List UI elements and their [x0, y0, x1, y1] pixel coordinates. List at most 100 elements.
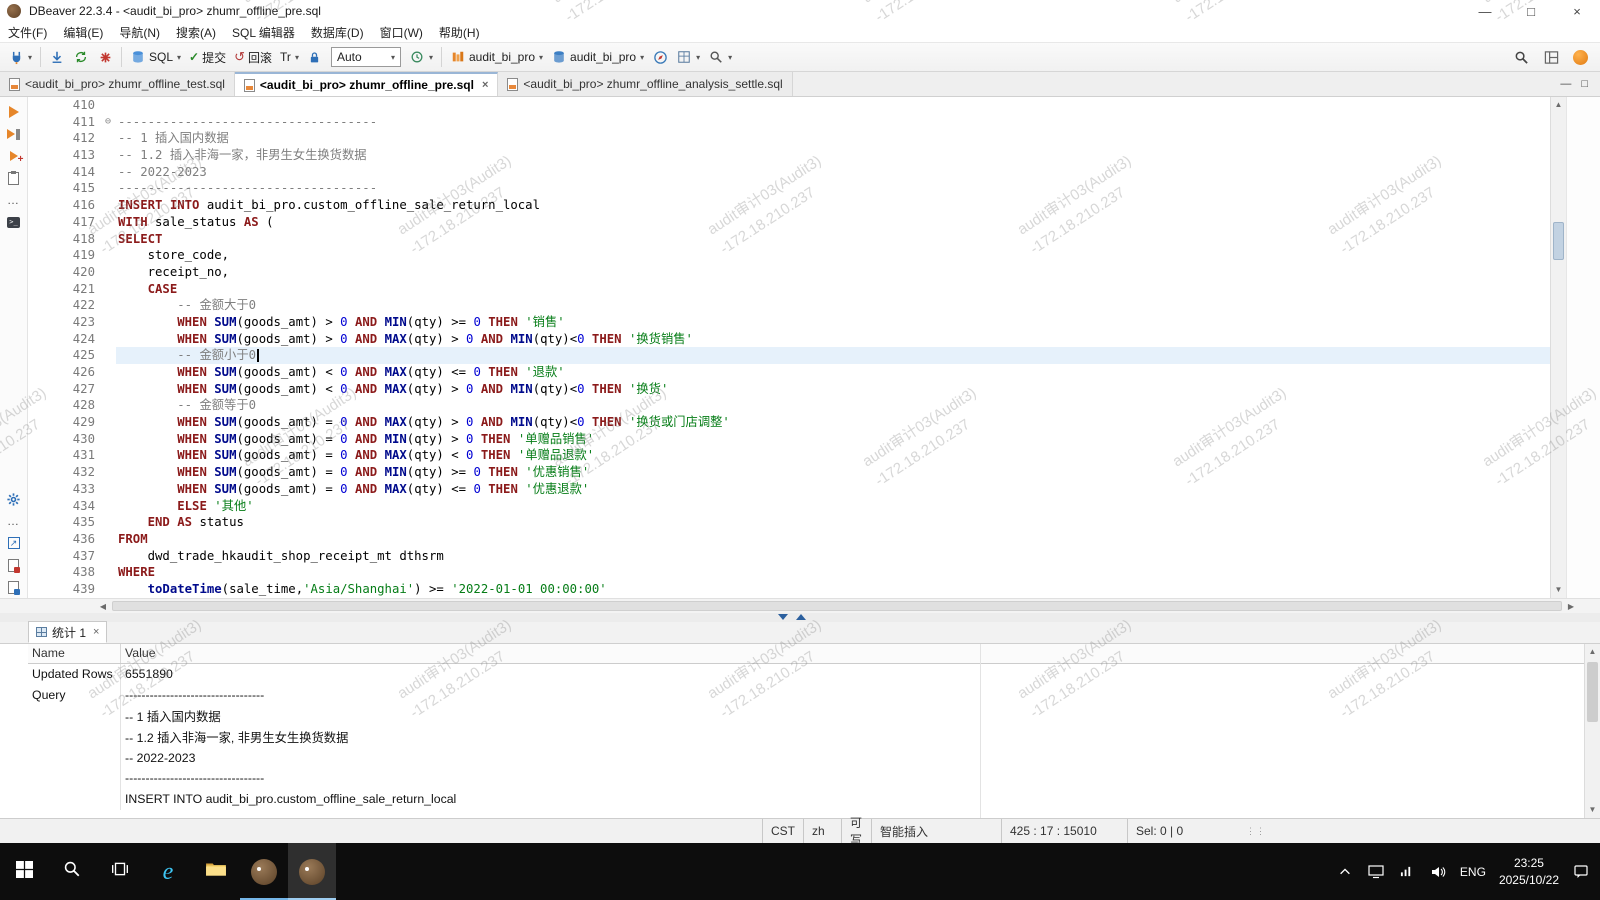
- result-row-2[interactable]: Query----------------------------------: [28, 685, 1584, 706]
- file-explorer-button[interactable]: [192, 843, 240, 900]
- code-line-414[interactable]: 414-- 2022-2023: [28, 164, 1550, 181]
- execute-statement-button[interactable]: [2, 101, 26, 123]
- menu-item-5[interactable]: SQL 编辑器: [224, 22, 303, 42]
- code-line-420[interactable]: 420 receipt_no,: [28, 264, 1550, 281]
- code-line-413[interactable]: 413-- 1.2 插入非海一家，非男生女生换货数据: [28, 147, 1550, 164]
- code-line-430[interactable]: 430 WHEN SUM(goods_amt) = 0 AND MIN(qty)…: [28, 431, 1550, 448]
- start-button[interactable]: [0, 843, 48, 900]
- internet-explorer-button[interactable]: e: [144, 843, 192, 900]
- more-actions-bottom-button[interactable]: …: [2, 510, 26, 532]
- transaction-lock-button[interactable]: [303, 45, 327, 69]
- fold-collapse-icon[interactable]: ⊖: [100, 114, 116, 131]
- close-button[interactable]: ×: [1554, 0, 1600, 22]
- code-line-429[interactable]: 429 WHEN SUM(goods_amt) = 0 AND MAX(qty)…: [28, 414, 1550, 431]
- code-line-422[interactable]: 422 -- 金额大于0: [28, 297, 1550, 314]
- editor-settings-button[interactable]: [2, 488, 26, 510]
- status-segment-1[interactable]: CST: [762, 819, 803, 843]
- dbeaver-taskbar-button[interactable]: [240, 843, 288, 900]
- menu-item-2[interactable]: 编辑(E): [55, 22, 111, 42]
- code-line-436[interactable]: 436FROM: [28, 531, 1550, 548]
- status-segment-5[interactable]: 425 : 17 : 15010: [1001, 819, 1127, 843]
- volume-icon[interactable]: [1429, 863, 1447, 881]
- new-connection-button[interactable]: ▾: [4, 45, 36, 69]
- more-actions-button[interactable]: …: [2, 189, 26, 211]
- execute-script-button[interactable]: [2, 123, 26, 145]
- menu-item-6[interactable]: 数据库(D): [303, 22, 372, 42]
- code-line-431[interactable]: 431 WHEN SUM(goods_amt) = 0 AND MAX(qty)…: [28, 447, 1550, 464]
- sql-editor-button[interactable]: SQL ▾: [126, 45, 185, 69]
- code-line-412[interactable]: 412-- 1 插入国内数据: [28, 130, 1550, 147]
- editor-tab-2[interactable]: <audit_bi_pro> zhumr_offline_pre.sql×: [235, 72, 498, 96]
- result-row-6[interactable]: ----------------------------------: [28, 768, 1584, 789]
- device-icon[interactable]: [1367, 863, 1385, 881]
- quick-access-search-button[interactable]: [1509, 45, 1533, 69]
- status-segment-2[interactable]: zh: [803, 819, 841, 843]
- code-line-424[interactable]: 424 WHEN SUM(goods_amt) > 0 AND MAX(qty)…: [28, 331, 1550, 348]
- transaction-log-button[interactable]: ▾: [405, 45, 437, 69]
- menu-item-7[interactable]: 窗口(W): [372, 22, 431, 42]
- collapse-panel-icon[interactable]: [778, 614, 788, 620]
- code-line-425[interactable]: 425 -- 金额小于0: [28, 347, 1550, 364]
- code-line-427[interactable]: 427 WHEN SUM(goods_amt) < 0 AND MAX(qty)…: [28, 381, 1550, 398]
- dbeaver-community-button[interactable]: [1569, 45, 1592, 69]
- result-row-1[interactable]: Updated Rows6551890: [28, 664, 1584, 685]
- code-line-434[interactable]: 434 ELSE '其他': [28, 498, 1550, 515]
- code-line-438[interactable]: 438WHERE: [28, 564, 1550, 581]
- scrollbar-thumb[interactable]: [1553, 222, 1564, 260]
- code-line-439[interactable]: 439 toDateTime(sale_time,'Asia/Shanghai'…: [28, 581, 1550, 598]
- code-line-411[interactable]: 411⊖-----------------------------------: [28, 114, 1550, 131]
- perspective-button[interactable]: [1539, 45, 1563, 69]
- file-output-button[interactable]: [2, 576, 26, 598]
- export-result-button[interactable]: ↗: [2, 532, 26, 554]
- scroll-up-icon[interactable]: ▲: [1551, 98, 1566, 112]
- code-line-416[interactable]: 416INSERT INTO audit_bi_pro.custom_offli…: [28, 197, 1550, 214]
- toolbar-search-button[interactable]: ▾: [704, 45, 736, 69]
- code-editor[interactable]: 410411⊖---------------------------------…: [28, 97, 1550, 598]
- scroll-left-icon[interactable]: ◀: [96, 599, 110, 613]
- code-line-426[interactable]: 426 WHEN SUM(goods_amt) < 0 AND MAX(qty)…: [28, 364, 1550, 381]
- code-line-423[interactable]: 423 WHEN SUM(goods_amt) > 0 AND MIN(qty)…: [28, 314, 1550, 331]
- code-line-415[interactable]: 415-----------------------------------: [28, 180, 1550, 197]
- language-indicator[interactable]: ENG: [1460, 865, 1486, 879]
- rollback-button[interactable]: ↺ 回滚: [230, 45, 276, 69]
- hidden-icons-button[interactable]: [1336, 863, 1354, 881]
- panel-splitter[interactable]: [0, 613, 1600, 622]
- code-line-433[interactable]: 433 WHEN SUM(goods_amt) = 0 AND MAX(qty)…: [28, 481, 1550, 498]
- open-console-button[interactable]: >_: [2, 211, 26, 233]
- explain-plan-button[interactable]: [2, 167, 26, 189]
- result-row-7[interactable]: INSERT INTO audit_bi_pro.custom_offline_…: [28, 789, 1584, 810]
- scroll-down-icon[interactable]: ▼: [1551, 583, 1566, 597]
- editor-tab-3[interactable]: <audit_bi_pro> zhumr_offline_analysis_se…: [498, 72, 792, 96]
- code-line-417[interactable]: 417WITH sale_status AS (: [28, 214, 1550, 231]
- menu-item-1[interactable]: 文件(F): [0, 22, 55, 42]
- scroll-up-icon[interactable]: ▲: [1585, 645, 1600, 659]
- editor-horizontal-scrollbar[interactable]: ◀ ▶: [0, 598, 1600, 613]
- code-line-419[interactable]: 419 store_code,: [28, 247, 1550, 264]
- taskbar-clock[interactable]: 23:25 2025/10/22: [1499, 855, 1559, 887]
- navigate-compass-button[interactable]: [648, 45, 672, 69]
- task-view-button[interactable]: [96, 843, 144, 900]
- menu-item-4[interactable]: 搜索(A): [168, 22, 224, 42]
- menu-item-3[interactable]: 导航(N): [111, 22, 168, 42]
- commit-button[interactable]: ✓ 提交: [185, 45, 230, 69]
- editor-vertical-scrollbar[interactable]: ▲ ▼: [1550, 97, 1566, 598]
- result-row-3[interactable]: -- 1 插入国内数据: [28, 706, 1584, 727]
- status-segment-4[interactable]: 智能插入: [871, 819, 1001, 843]
- result-layout-button[interactable]: ▾: [672, 45, 704, 69]
- results-vertical-scrollbar[interactable]: ▲ ▼: [1584, 644, 1600, 818]
- file-readonly-button[interactable]: [2, 554, 26, 576]
- status-segment-6[interactable]: Sel: 0 | 0: [1127, 819, 1242, 843]
- column-header-value[interactable]: Value: [120, 644, 1584, 663]
- cancel-execution-button[interactable]: [93, 45, 117, 69]
- statistics-tab[interactable]: 统计 1 ×: [28, 621, 107, 643]
- code-line-421[interactable]: 421 CASE: [28, 281, 1550, 298]
- code-line-432[interactable]: 432 WHEN SUM(goods_amt) = 0 AND MIN(qty)…: [28, 464, 1550, 481]
- result-row-4[interactable]: -- 1.2 插入非海一家, 非男生女生换货数据: [28, 726, 1584, 747]
- code-line-418[interactable]: 418SELECT: [28, 231, 1550, 248]
- transaction-mode-button[interactable]: Tr ▾: [276, 45, 303, 69]
- refresh-button[interactable]: [69, 45, 93, 69]
- column-header-name[interactable]: Name: [28, 644, 120, 663]
- execute-new-tab-button[interactable]: +: [2, 145, 26, 167]
- scrollbar-thumb[interactable]: [112, 601, 1562, 611]
- code-line-435[interactable]: 435 END AS status: [28, 514, 1550, 531]
